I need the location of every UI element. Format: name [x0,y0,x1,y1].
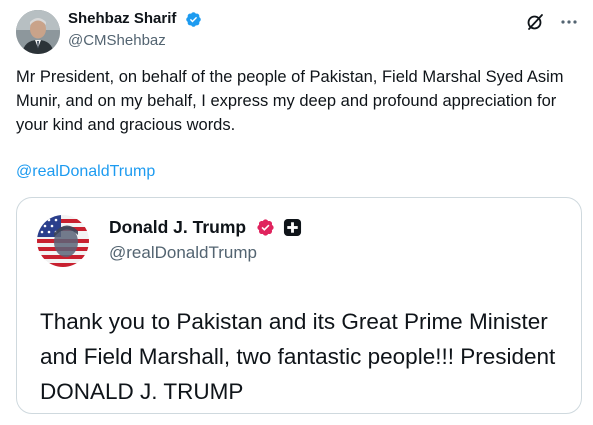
mention-link[interactable]: @realDonaldTrump [16,161,155,183]
author-avatar[interactable] [16,10,60,54]
author-handle[interactable]: @CMShehbaz [68,31,202,51]
grok-icon[interactable] [525,12,545,32]
quote-author-avatar[interactable] [37,215,89,267]
quote-author-handle[interactable]: @realDonaldTrump [109,242,302,264]
author-avatar-image [16,10,60,54]
government-verified-icon [256,218,275,237]
more-options-icon[interactable] [559,12,579,32]
quote-header: Donald J. Trump @realDonaldTrump [109,216,302,264]
quoted-post[interactable]: Donald J. Trump @realDonaldTrump Thank y… [16,197,582,414]
author-name[interactable]: Shehbaz Sharif [68,9,176,29]
post: Shehbaz Sharif @CMShehbaz Mr President, … [0,0,593,425]
post-text: Mr President, on behalf of the people of… [16,68,564,134]
verified-badge-icon [185,11,202,28]
post-actions [525,12,579,32]
post-header: Shehbaz Sharif @CMShehbaz [68,9,202,51]
quote-author-name[interactable]: Donald J. Trump [109,216,246,238]
quote-text: Thank you to Pakistan and its Great Prim… [40,309,556,404]
affiliate-icon [283,218,302,237]
quote-avatar-image [37,215,89,267]
